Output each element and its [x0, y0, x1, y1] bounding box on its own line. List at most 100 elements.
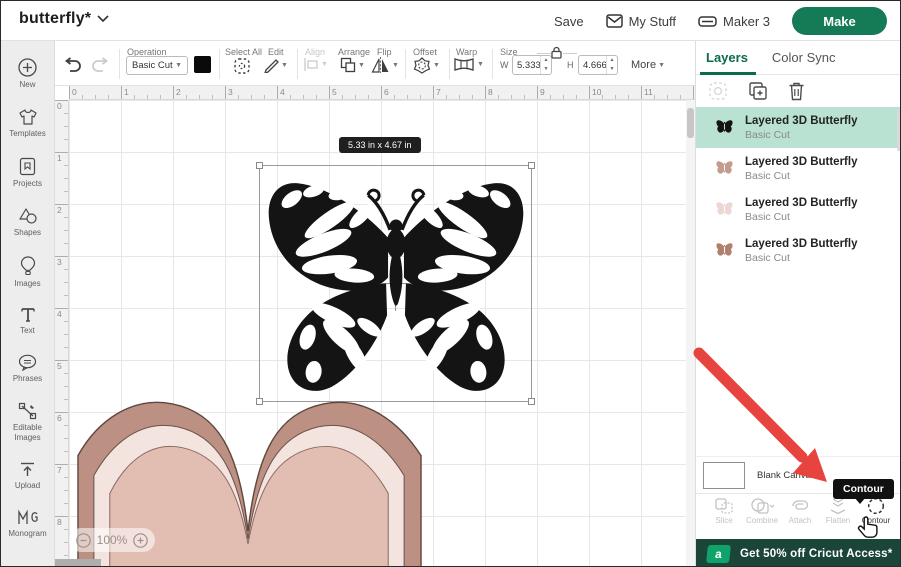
flip-button[interactable]: ▼: [371, 57, 399, 73]
pencil-icon: [263, 57, 279, 73]
blank-canvas-thumbnail: [703, 462, 745, 489]
flatten-button[interactable]: Flatten: [820, 497, 856, 525]
selection-handle-ne[interactable]: [528, 162, 535, 169]
trash-icon[interactable]: [788, 81, 805, 101]
paperclip-icon: [790, 497, 810, 515]
v-ruler-number: 2: [57, 205, 62, 215]
machine-select[interactable]: Maker 3: [698, 14, 770, 29]
width-input[interactable]: [513, 60, 540, 71]
canvas-horizontal-scrollbar[interactable]: [55, 559, 101, 567]
select-all-icon: [233, 57, 251, 75]
selection-bounding-box[interactable]: [259, 165, 532, 402]
combine-icon: [750, 497, 774, 515]
offset-icon: [413, 57, 431, 74]
lock-ratio-toggle[interactable]: [551, 46, 562, 64]
flip-icon: [371, 57, 390, 73]
height-label: H: [567, 60, 574, 70]
my-stuff-button[interactable]: My Stuff: [606, 14, 676, 29]
redo-button[interactable]: [91, 57, 110, 73]
height-input[interactable]: [579, 60, 606, 71]
sidebar-item-templates[interactable]: Templates: [1, 101, 55, 146]
h-ruler-number: 4: [280, 87, 285, 97]
monogram-icon: [17, 509, 39, 526]
layer-row[interactable]: Layered 3D Butterfly Basic Cut: [696, 107, 901, 148]
align-button[interactable]: ▼: [303, 57, 328, 72]
chevron-down-icon: ▼: [658, 62, 665, 69]
layer-title: Layered 3D Butterfly: [745, 114, 857, 129]
attach-button[interactable]: Attach: [782, 497, 818, 525]
arrange-button[interactable]: ▼: [340, 57, 365, 73]
tab-layers[interactable]: Layers: [706, 50, 748, 65]
align-label: Align: [305, 47, 325, 57]
machine-label: Maker 3: [723, 14, 770, 29]
tab-color-sync[interactable]: Color Sync: [772, 50, 836, 65]
plus-circle-icon: [18, 58, 37, 77]
group-icon[interactable]: [708, 81, 728, 101]
hot-air-balloon-icon: [20, 256, 36, 276]
layer-actions-row: [696, 75, 901, 107]
layer-row[interactable]: Layered 3D Butterfly Basic Cut: [696, 189, 901, 230]
cricut-design-space-window: butterfly* Save My Stuff Maker 3 Make Ne…: [0, 0, 901, 567]
layer-operation: Basic Cut: [745, 252, 857, 265]
h-ruler-number: 3: [228, 87, 233, 97]
height-stepper[interactable]: ▲▼: [606, 56, 617, 74]
canvas-grid[interactable]: 5.33 in x 4.67 in: [69, 100, 695, 567]
sidebar-item-editable-images[interactable]: Editable Images: [1, 395, 55, 450]
h-ruler-number: 0: [72, 87, 77, 97]
edit-button[interactable]: ▼: [263, 57, 288, 73]
select-all-button[interactable]: [233, 57, 251, 75]
selection-handle-se[interactable]: [528, 398, 535, 405]
selection-handle-nw[interactable]: [256, 162, 263, 169]
layer-list-scrollbar[interactable]: [897, 109, 901, 151]
save-button[interactable]: Save: [554, 14, 584, 29]
promo-banner[interactable]: a Get 50% off Cricut Access*: [696, 539, 901, 567]
zoom-out-button[interactable]: [76, 533, 91, 548]
offset-button[interactable]: ▼: [413, 57, 440, 74]
project-title: butterfly*: [19, 10, 91, 28]
layer-row[interactable]: Layered 3D Butterfly Basic Cut: [696, 230, 901, 271]
chevron-down-icon: ▼: [175, 62, 182, 69]
more-button[interactable]: More ▼: [631, 59, 665, 71]
zoom-level: 100%: [97, 533, 128, 547]
height-field[interactable]: ▲▼: [578, 55, 618, 75]
v-ruler-number: 6: [57, 413, 62, 423]
speech-bubble-icon: [18, 354, 37, 371]
operation-dropdown[interactable]: Basic Cut ▼: [126, 56, 188, 75]
sidebar-item-new[interactable]: New: [1, 51, 55, 97]
sidebar-item-images[interactable]: Images: [1, 249, 55, 296]
warp-label: Warp: [456, 47, 477, 57]
chevron-down-icon: ▼: [433, 62, 440, 69]
canvas-vertical-scrollbar[interactable]: [686, 100, 695, 567]
vertical-ruler: 012345678: [55, 100, 69, 567]
layer-thumbnail-butterfly: [714, 158, 735, 179]
undo-icon: [63, 57, 82, 73]
undo-button[interactable]: [63, 57, 82, 73]
v-ruler-number: 1: [57, 153, 62, 163]
panel-tabs: Layers Color Sync: [696, 41, 901, 75]
active-tab-underline: [700, 72, 756, 75]
cricut-access-badge: a: [706, 545, 731, 563]
color-swatch[interactable]: [194, 56, 211, 73]
sidebar-item-shapes[interactable]: Shapes: [1, 200, 55, 245]
combine-button[interactable]: Combine: [744, 497, 780, 525]
v-ruler-number: 7: [57, 465, 62, 475]
width-field[interactable]: ▲▼: [512, 55, 552, 75]
width-stepper[interactable]: ▲▼: [540, 56, 551, 74]
blank-canvas-label: Blank Canvas: [757, 470, 816, 481]
zoom-in-button[interactable]: [133, 533, 148, 548]
sidebar-item-monogram[interactable]: Monogram: [1, 502, 55, 546]
layer-row[interactable]: Layered 3D Butterfly Basic Cut: [696, 148, 901, 189]
duplicate-icon[interactable]: [748, 81, 768, 101]
design-canvas[interactable]: 01234567891011 012345678: [55, 86, 695, 567]
sidebar-item-projects[interactable]: Projects: [1, 150, 55, 196]
slice-button[interactable]: Slice: [706, 497, 742, 525]
sidebar-item-text[interactable]: Text: [1, 300, 55, 343]
project-title-menu[interactable]: butterfly*: [19, 10, 109, 28]
chevron-down-icon: ▼: [281, 62, 288, 69]
v-ruler-number: 5: [57, 361, 62, 371]
warp-button[interactable]: ▼: [453, 57, 484, 72]
make-button[interactable]: Make: [792, 7, 887, 35]
sidebar-item-phrases[interactable]: Phrases: [1, 347, 55, 391]
sidebar-item-upload[interactable]: Upload: [1, 454, 55, 498]
shapes-icon: [18, 207, 38, 225]
